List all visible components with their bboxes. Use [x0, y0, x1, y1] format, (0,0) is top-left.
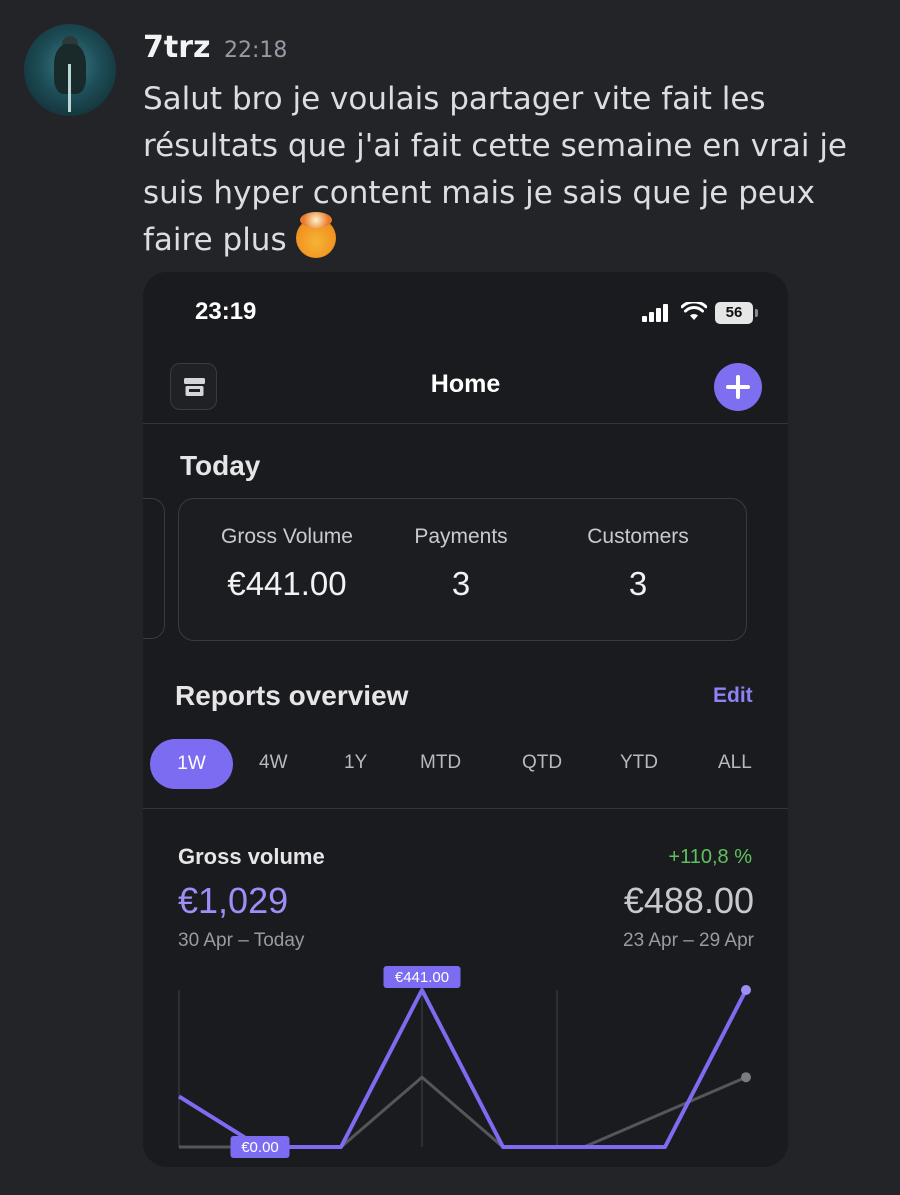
- message-username[interactable]: 7trz: [143, 30, 210, 65]
- gross-volume-current-range: 30 Apr – Today: [178, 930, 305, 951]
- tab-all[interactable]: ALL: [718, 752, 752, 774]
- stat-label: Customers: [587, 525, 689, 548]
- chart-series-line-0: [177, 988, 748, 1149]
- stat-value: €441.00: [227, 565, 347, 602]
- tab-1y[interactable]: 1Y: [344, 752, 367, 774]
- previous-card[interactable]: [143, 498, 165, 639]
- chart-annotation-label: €441.00: [395, 969, 449, 986]
- gross-volume-previous-range: 23 Apr – 29 Apr: [623, 930, 754, 951]
- stat-value: 3: [451, 565, 471, 602]
- today-heading: Today: [180, 450, 261, 481]
- cellular-signal-icon: [642, 304, 670, 322]
- edit-link[interactable]: Edit: [713, 684, 753, 708]
- tab-4w[interactable]: 4W: [259, 752, 288, 774]
- tab-1w[interactable]: 1W: [150, 739, 233, 789]
- stat-customers: Customers 3: [568, 525, 708, 603]
- stat-gross-volume: Gross Volume €441.00: [212, 525, 362, 603]
- today-stats-card[interactable]: Gross Volume €441.00 Payments 3 Customer…: [178, 498, 747, 641]
- avatar-sword: [68, 64, 71, 112]
- header-divider: [143, 423, 788, 424]
- gross-volume-current-value: €1,029: [178, 880, 289, 921]
- chart-series-endpoint-0: [741, 985, 751, 995]
- chart-series-endpoint-1: [741, 1072, 751, 1083]
- gross-volume-title: Gross volume: [178, 844, 325, 869]
- tab-mtd[interactable]: MTD: [420, 752, 461, 774]
- battery-indicator: 56: [715, 302, 758, 324]
- stat-value: 3: [628, 565, 648, 602]
- gross-volume-previous-value: €488.00: [623, 880, 754, 921]
- add-button[interactable]: [714, 363, 762, 411]
- user-avatar[interactable]: [24, 24, 116, 116]
- stat-label: Payments: [414, 525, 508, 548]
- tab-ytd[interactable]: YTD: [620, 752, 658, 774]
- attached-screenshot[interactable]: 23:19 56 Home Today Gross Volume €441.00…: [143, 272, 788, 1167]
- gross-volume-chart[interactable]: €441.00 €0.00: [143, 962, 788, 1167]
- chart-annotation-label: €0.00: [241, 1139, 279, 1156]
- tab-qtd[interactable]: QTD: [522, 752, 562, 774]
- wifi-icon: [681, 302, 707, 320]
- exploding-head-emoji-icon: [296, 212, 337, 258]
- reports-heading: Reports overview: [175, 680, 409, 711]
- message-text: Salut bro je voulais partager vite fait …: [143, 76, 883, 264]
- tabs-divider: [143, 808, 788, 809]
- page-title: Home: [430, 370, 501, 398]
- gross-volume-change: +110,8 %: [668, 846, 752, 868]
- stat-payments: Payments 3: [391, 525, 531, 603]
- stat-label: Gross Volume: [221, 525, 353, 548]
- message-body: Salut bro je voulais partager vite fait …: [143, 81, 848, 258]
- message-timestamp: 22:18: [224, 38, 288, 63]
- status-bar-time: 23:19: [195, 298, 257, 325]
